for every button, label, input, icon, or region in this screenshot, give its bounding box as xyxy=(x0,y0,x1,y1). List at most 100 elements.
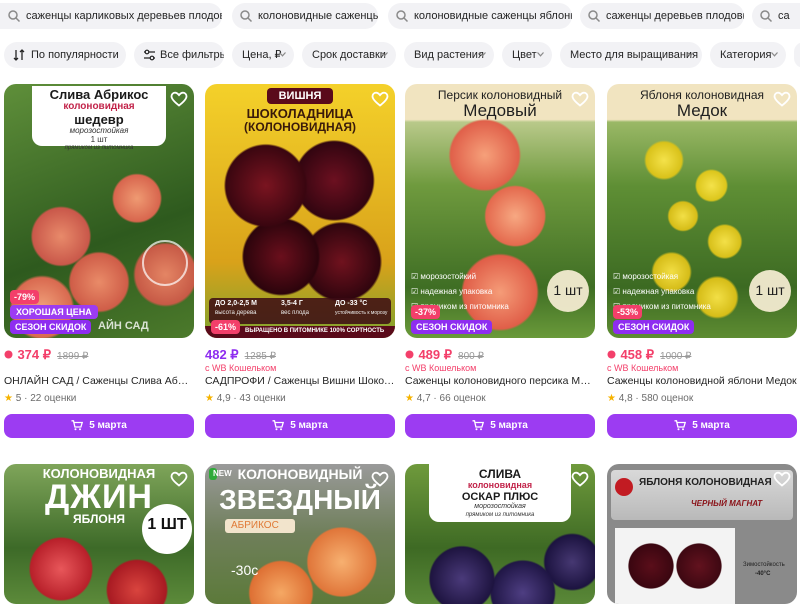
wallet-icon xyxy=(4,350,13,359)
reviews-count: 22 оценки xyxy=(30,393,77,404)
search-chip-label: колоновидные саженцы xyxy=(258,10,378,22)
product-image[interactable]: NEW КОЛОНОВИДНЫЙ ЗВЕЗДНЫЙ АБРИКОС -30с xyxy=(205,464,395,604)
rating-value: 4,7 xyxy=(416,393,431,404)
price-filter[interactable]: Цена, ₽ xyxy=(232,42,294,68)
seal-stamp xyxy=(142,240,188,286)
image-caption: 1 шт xyxy=(553,282,583,298)
image-caption: -40°C xyxy=(755,571,771,577)
sort-popularity-button[interactable]: По популярности xyxy=(4,42,126,68)
spec-value: ДО -33 °С xyxy=(335,300,368,307)
old-price: 800 ₽ xyxy=(458,351,484,362)
search-chip-label: саженцы деревьев плодовых xyxy=(606,10,744,22)
discount-badge: -37% xyxy=(411,305,441,319)
growing-place-filter[interactable]: Место для выращивания xyxy=(560,42,702,68)
image-caption: -30с xyxy=(231,562,259,578)
search-chip[interactable]: саженцы карликовых деревьев плодовых xyxy=(0,3,222,29)
add-to-cart-button[interactable]: 5 марта xyxy=(405,414,595,438)
search-chip[interactable]: колоновидные саженцы xyxy=(232,3,378,29)
plant-type-filter[interactable]: Вид растения xyxy=(404,42,494,68)
wallet-icon xyxy=(607,350,616,359)
product-card[interactable]: ВИШНЯ ШОКОЛАДНИЦА (КОЛОНОВИДНАЯ) ДО 2,0-… xyxy=(205,84,395,444)
product-card[interactable]: КОЛОНОВИДНАЯ ДЖИН ЯБЛОНЯ 1 ШТ xyxy=(4,464,194,604)
star-icon: ★ xyxy=(405,393,414,404)
rating: ★ 4,8 · 580 оценок xyxy=(607,393,694,404)
category-filter[interactable]: Категория xyxy=(710,42,786,68)
feature-check: ☑ морозостойкий xyxy=(411,272,477,281)
image-caption: Слива Абрикос xyxy=(49,87,149,102)
product-image[interactable]: ВИШНЯ ШОКОЛАДНИЦА (КОЛОНОВИДНАЯ) ДО 2,0-… xyxy=(205,84,395,338)
product-name[interactable]: Саженцы колоновидного персика Медовый xyxy=(405,375,595,387)
product-name[interactable]: Саженцы колоновидной яблони Медок xyxy=(607,375,797,387)
search-icon xyxy=(240,10,253,23)
image-caption: шедевр xyxy=(74,112,124,127)
add-to-cart-button[interactable]: 5 марта xyxy=(607,414,797,438)
image-caption: морозостойкая xyxy=(474,503,526,510)
old-price: 1899 ₽ xyxy=(57,351,89,362)
more-filters[interactable] xyxy=(794,42,800,68)
season-badge: СЕЗОН СКИДОК xyxy=(613,320,695,334)
delivery-time-filter[interactable]: Срок доставки xyxy=(302,42,396,68)
search-chip[interactable]: са xyxy=(752,3,800,29)
product-image[interactable]: Слива Абрикос колоновидная шедевр морозо… xyxy=(4,84,194,338)
search-chip[interactable]: саженцы деревьев плодовых xyxy=(580,3,744,29)
star-icon: ★ xyxy=(607,393,616,404)
heart-icon[interactable] xyxy=(773,90,791,108)
rating-value: 5 xyxy=(15,393,22,404)
search-icon xyxy=(760,10,773,23)
image-caption: ВЫРАЩЕНО В ПИТОМНИКЕ 100% СОРТНОСТЬ xyxy=(245,328,385,334)
spec-value: ДО 2,0-2,5 М xyxy=(215,300,257,307)
cart-icon xyxy=(674,420,687,431)
heart-icon[interactable] xyxy=(371,90,389,108)
image-caption: ЧЕРНЫЙ МАГНАТ xyxy=(691,499,763,508)
heart-icon[interactable] xyxy=(571,470,589,488)
image-caption: ВИШНЯ xyxy=(278,90,322,102)
filters-icon xyxy=(144,49,155,61)
discount-badge: -53% xyxy=(613,305,643,319)
delivery-date: 5 марта xyxy=(89,420,127,431)
product-card[interactable]: Персик колоновидный Медовый ☑ морозостой… xyxy=(405,84,595,444)
product-card[interactable]: Яблоня колоновидная Медок ☑ морозостойка… xyxy=(607,84,797,444)
wb-wallet-note: с WB Кошельком xyxy=(205,363,277,373)
image-caption: Медовый xyxy=(463,101,537,120)
heart-icon[interactable] xyxy=(371,470,389,488)
product-card[interactable]: ЯБЛОНЯ КОЛОНОВИДНАЯ ЧЕРНЫЙ МАГНАТ Зимост… xyxy=(607,464,797,604)
add-to-cart-button[interactable]: 5 марта xyxy=(205,414,395,438)
product-card[interactable]: Слива Абрикос колоновидная шедевр морозо… xyxy=(4,84,194,444)
rating: ★ 4,7 · 66 оценок xyxy=(405,393,486,404)
discount-badge: -61% xyxy=(211,320,241,334)
add-to-cart-button[interactable]: 5 марта xyxy=(4,414,194,438)
chevron-down-icon xyxy=(537,52,544,57)
product-image[interactable]: КОЛОНОВИДНАЯ ДЖИН ЯБЛОНЯ 1 ШТ xyxy=(4,464,194,604)
product-image[interactable]: ЯБЛОНЯ КОЛОНОВИДНАЯ ЧЕРНЫЙ МАГНАТ Зимост… xyxy=(607,464,797,604)
color-filter[interactable]: Цвет xyxy=(502,42,552,68)
promo-badge: ХОРОШАЯ ЦЕНА xyxy=(10,305,98,319)
rating-value: 4,8 xyxy=(618,393,633,404)
image-caption: ЯБЛОНЯ КОЛОНОВИДНАЯ xyxy=(639,477,772,488)
search-suggestions: саженцы карликовых деревьев плодовых кол… xyxy=(0,0,800,34)
apple-photo xyxy=(615,528,735,604)
image-caption: прямиком из питомника xyxy=(465,512,535,518)
product-name[interactable]: САДПРОФИ / Саженцы Вишни Шоколадница xyxy=(205,375,395,387)
image-caption: колоновидная xyxy=(63,101,135,112)
star-icon: ★ xyxy=(205,393,214,404)
heart-icon[interactable] xyxy=(170,90,188,108)
product-image[interactable]: СЛИВА колоновидная ОСКАР ПЛЮС морозостой… xyxy=(405,464,595,604)
apple-icon xyxy=(615,478,633,496)
chevron-down-icon xyxy=(771,52,778,57)
heart-icon[interactable] xyxy=(571,90,589,108)
chevron-down-icon xyxy=(687,52,694,57)
search-chip[interactable]: колоновидные саженцы яблони xyxy=(388,3,572,29)
all-filters-button[interactable]: Все фильтры xyxy=(134,42,224,68)
product-name[interactable]: ОНЛАЙН САД / Саженцы Слива Абрикос xyxy=(4,375,194,387)
wallet-icon xyxy=(405,350,414,359)
product-card[interactable]: NEW КОЛОНОВИДНЫЙ ЗВЕЗДНЫЙ АБРИКОС -30с xyxy=(205,464,395,604)
product-card[interactable]: СЛИВА колоновидная ОСКАР ПЛЮС морозостой… xyxy=(405,464,595,604)
wb-wallet-note: с WB Кошельком xyxy=(405,363,477,373)
reviews-count: 66 оценок xyxy=(439,393,486,404)
image-caption: прямиком из питомника xyxy=(64,145,134,151)
heart-icon[interactable] xyxy=(170,470,188,488)
product-image[interactable]: Персик колоновидный Медовый ☑ морозостой… xyxy=(405,84,595,338)
old-price: 1000 ₽ xyxy=(660,351,692,362)
heart-icon[interactable] xyxy=(773,470,791,488)
product-image[interactable]: Яблоня колоновидная Медок ☑ морозостойка… xyxy=(607,84,797,338)
